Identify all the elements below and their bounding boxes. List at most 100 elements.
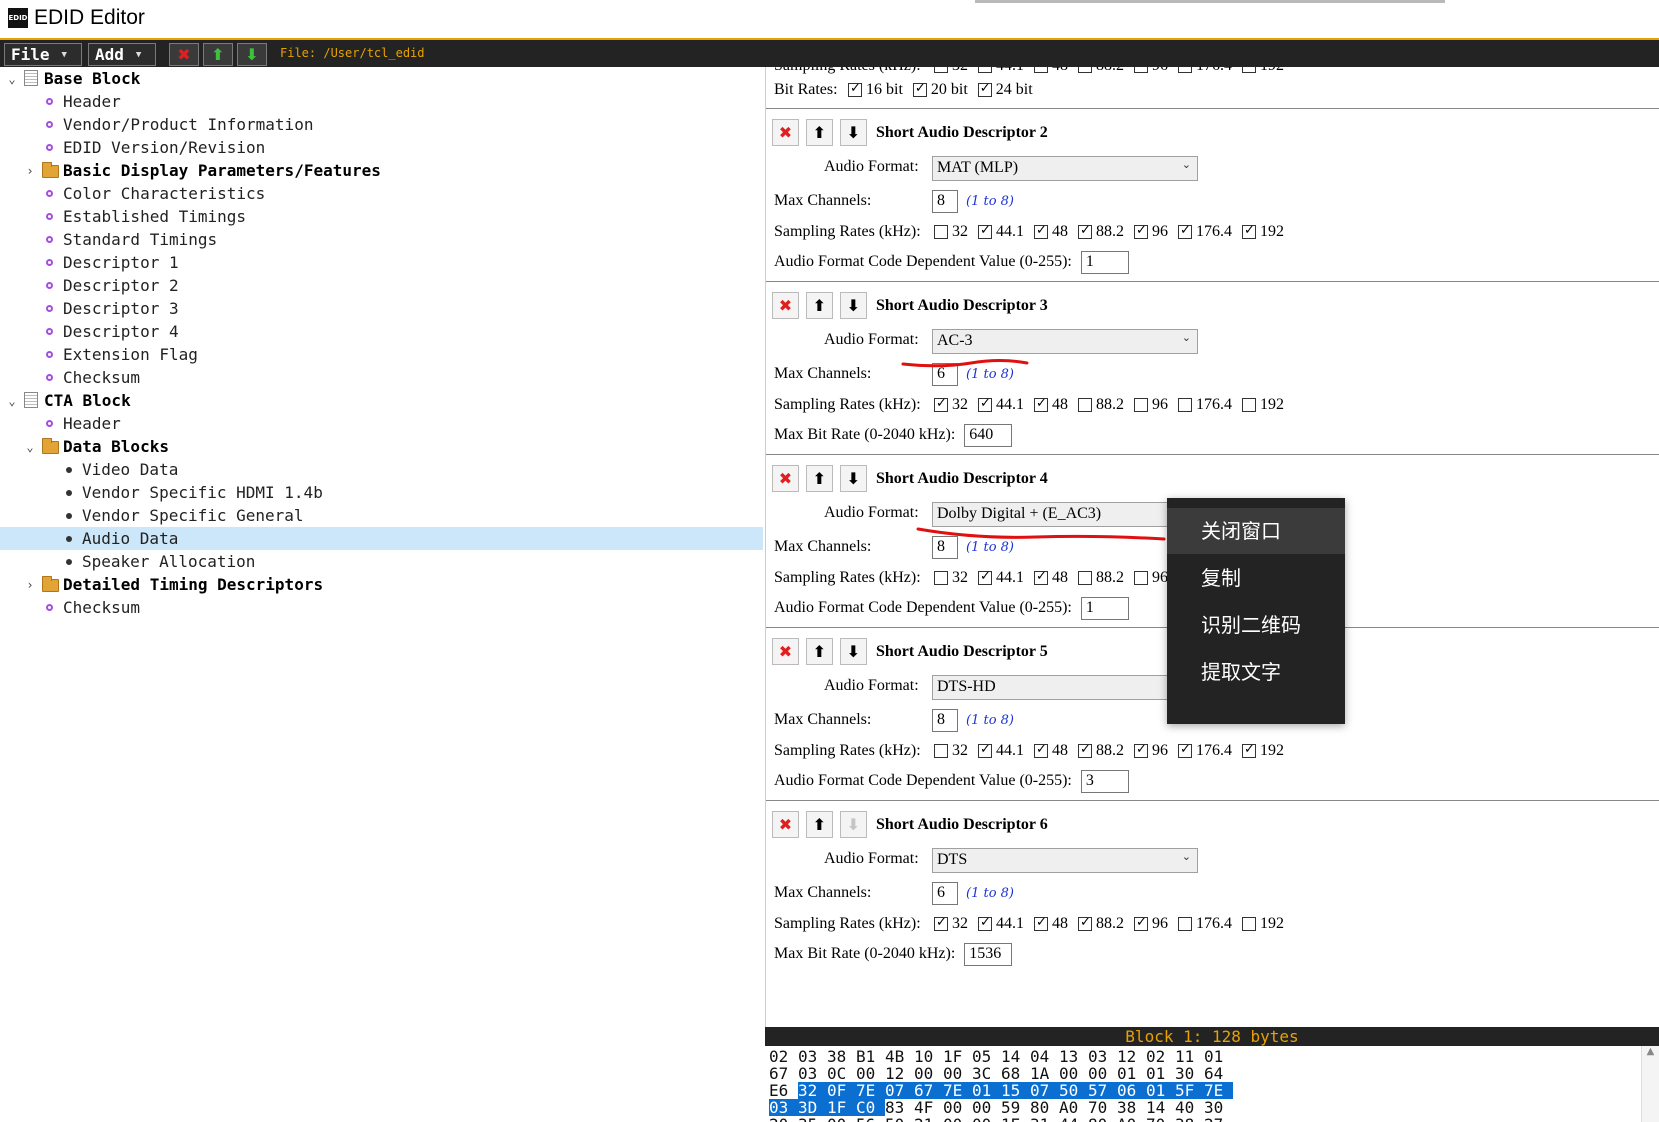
hex-byte[interactable]: 03 — [798, 1065, 827, 1082]
move-down-button[interactable]: ⬇ — [237, 43, 267, 66]
checkbox[interactable] — [1134, 571, 1148, 585]
move-up-button[interactable]: ⬆ — [806, 292, 833, 319]
sampling-rate-option[interactable]: 32 — [934, 742, 968, 760]
hex-byte[interactable]: 70 — [1088, 1099, 1117, 1116]
hex-byte[interactable]: 67 — [769, 1065, 798, 1082]
hex-byte[interactable]: 38 — [827, 1048, 856, 1065]
hex-byte[interactable]: 50 — [1059, 1082, 1088, 1099]
hex-byte[interactable]: 14 — [1146, 1099, 1175, 1116]
sampling-rate-option[interactable]: 32 — [934, 915, 968, 933]
delete-block-button[interactable]: ✖ — [169, 43, 199, 66]
delete-descriptor-button[interactable]: ✖ — [772, 638, 799, 665]
checkbox[interactable] — [934, 571, 948, 585]
checkbox[interactable] — [1178, 67, 1192, 73]
hex-byte[interactable]: 30 — [1175, 1065, 1204, 1082]
hex-byte[interactable]: 14 — [1001, 1048, 1030, 1065]
hex-byte[interactable]: 12 — [1117, 1048, 1146, 1065]
delete-descriptor-button[interactable]: ✖ — [772, 811, 799, 838]
hex-byte[interactable]: 1E — [1001, 1116, 1030, 1122]
sampling-rate-option[interactable]: 32 — [934, 396, 968, 414]
sampling-rate-option[interactable]: 192 — [1242, 915, 1284, 933]
move-up-button[interactable]: ⬆ — [203, 43, 233, 66]
checkbox[interactable] — [1242, 917, 1256, 931]
expand-toggle-icon[interactable]: ⌄ — [6, 394, 18, 408]
hex-byte[interactable]: 11 — [1175, 1048, 1204, 1065]
sampling-rate-option[interactable]: 88.2 — [1078, 915, 1124, 933]
tree-item[interactable]: Descriptor 2 — [0, 274, 763, 297]
hex-byte[interactable]: 00 — [943, 1099, 972, 1116]
sampling-rate-option[interactable]: 88.2 — [1078, 67, 1124, 75]
audio-format-select[interactable]: Dolby Digital + (E_AC3)⌄ — [932, 502, 1198, 527]
hex-byte[interactable]: 12 — [885, 1065, 914, 1082]
checkbox[interactable] — [978, 915, 992, 931]
hex-byte[interactable]: 00 — [856, 1065, 885, 1082]
sampling-rate-option[interactable]: 176.4 — [1178, 742, 1232, 760]
hex-byte[interactable]: A0 — [1117, 1116, 1146, 1122]
hex-byte[interactable]: A0 — [1059, 1099, 1088, 1116]
hex-byte[interactable]: 44 — [1059, 1116, 1088, 1122]
tree-item[interactable]: Vendor/Product Information — [0, 113, 763, 136]
tree-item[interactable]: Vendor Specific General — [0, 504, 763, 527]
tree-item[interactable]: Standard Timings — [0, 228, 763, 251]
checkbox[interactable] — [1034, 396, 1048, 412]
bit-rate-option[interactable]: 24 bit — [977, 81, 1033, 99]
context-menu-item[interactable]: 提取文字 — [1167, 649, 1345, 695]
hex-byte[interactable]: 32 — [798, 1082, 827, 1099]
bit-rate-option[interactable]: 16 bit — [848, 81, 903, 99]
hex-byte[interactable]: 5F — [1175, 1082, 1204, 1099]
sampling-rate-option[interactable]: 88.2 — [1078, 569, 1124, 587]
checkbox[interactable] — [1078, 915, 1092, 931]
sampling-rate-option[interactable]: 96 — [1134, 569, 1168, 587]
tree-item[interactable]: ⌄ CTA Block — [0, 389, 763, 412]
hex-byte[interactable]: B1 — [856, 1048, 885, 1065]
hex-byte[interactable]: 20 — [769, 1116, 798, 1122]
max-channels-input[interactable]: 8 — [932, 708, 958, 732]
hex-byte[interactable]: 1F — [943, 1048, 972, 1065]
hex-byte[interactable]: 00 — [1088, 1065, 1117, 1082]
expand-toggle-icon[interactable]: ⌄ — [6, 72, 18, 86]
sampling-rate-option[interactable]: 44.1 — [978, 569, 1024, 587]
sampling-rate-option[interactable]: 88.2 — [1078, 742, 1124, 760]
checkbox[interactable] — [1034, 569, 1048, 585]
checkbox[interactable] — [1034, 67, 1048, 73]
chevron-right-icon[interactable]: › — [24, 578, 36, 592]
checkbox[interactable] — [1242, 67, 1256, 73]
sampling-rate-option[interactable]: 176.4 — [1178, 396, 1232, 414]
tree-item[interactable]: Checksum — [0, 366, 763, 389]
sampling-rate-option[interactable]: 44.1 — [978, 67, 1024, 75]
hex-byte[interactable]: 7E — [856, 1082, 885, 1099]
checkbox[interactable] — [934, 915, 948, 931]
file-menu-button[interactable]: File ▼ — [4, 43, 82, 66]
hex-byte[interactable]: 27 — [1204, 1116, 1233, 1122]
move-down-button[interactable]: ⬇ — [840, 119, 867, 146]
checkbox[interactable] — [1034, 915, 1048, 931]
audio-format-select[interactable]: DTS ⌄ — [932, 848, 1198, 873]
checkbox[interactable] — [934, 67, 948, 73]
checkbox[interactable] — [1134, 67, 1148, 73]
sampling-rate-option[interactable]: 192 — [1242, 223, 1284, 241]
hex-byte[interactable]: 13 — [1059, 1048, 1088, 1065]
checkbox[interactable] — [978, 396, 992, 412]
max-channels-input[interactable]: 8 — [932, 535, 958, 559]
max-channels-input[interactable]: 6 — [932, 362, 958, 386]
hex-byte[interactable]: 35 — [798, 1116, 827, 1122]
audio-format-select[interactable]: MAT (MLP) ⌄ — [932, 156, 1198, 181]
sampling-rate-option[interactable]: 192 — [1242, 67, 1284, 75]
tree-item[interactable]: › Basic Display Parameters/Features — [0, 159, 763, 182]
tree-item[interactable]: › Detailed Timing Descriptors — [0, 573, 763, 596]
hex-byte[interactable]: E6 — [769, 1082, 798, 1099]
hex-byte[interactable]: 01 — [1146, 1082, 1175, 1099]
hex-byte[interactable]: 67 — [914, 1082, 943, 1099]
chevron-down-icon[interactable]: ⌄ — [24, 440, 36, 454]
checkbox[interactable] — [912, 81, 927, 97]
sampling-rate-option[interactable]: 176.4 — [1178, 915, 1232, 933]
tree-item[interactable]: EDID Version/Revision — [0, 136, 763, 159]
sampling-rate-option[interactable]: 48 — [1034, 67, 1068, 75]
sampling-rate-option[interactable]: 44.1 — [978, 915, 1024, 933]
hex-byte[interactable]: 01 — [972, 1082, 1001, 1099]
sampling-rate-option[interactable]: 44.1 — [978, 396, 1024, 414]
checkbox[interactable] — [1078, 398, 1092, 412]
sampling-rate-option[interactable]: 44.1 — [978, 223, 1024, 241]
hex-byte[interactable]: 10 — [914, 1048, 943, 1065]
hex-byte[interactable]: 00 — [1059, 1065, 1088, 1082]
